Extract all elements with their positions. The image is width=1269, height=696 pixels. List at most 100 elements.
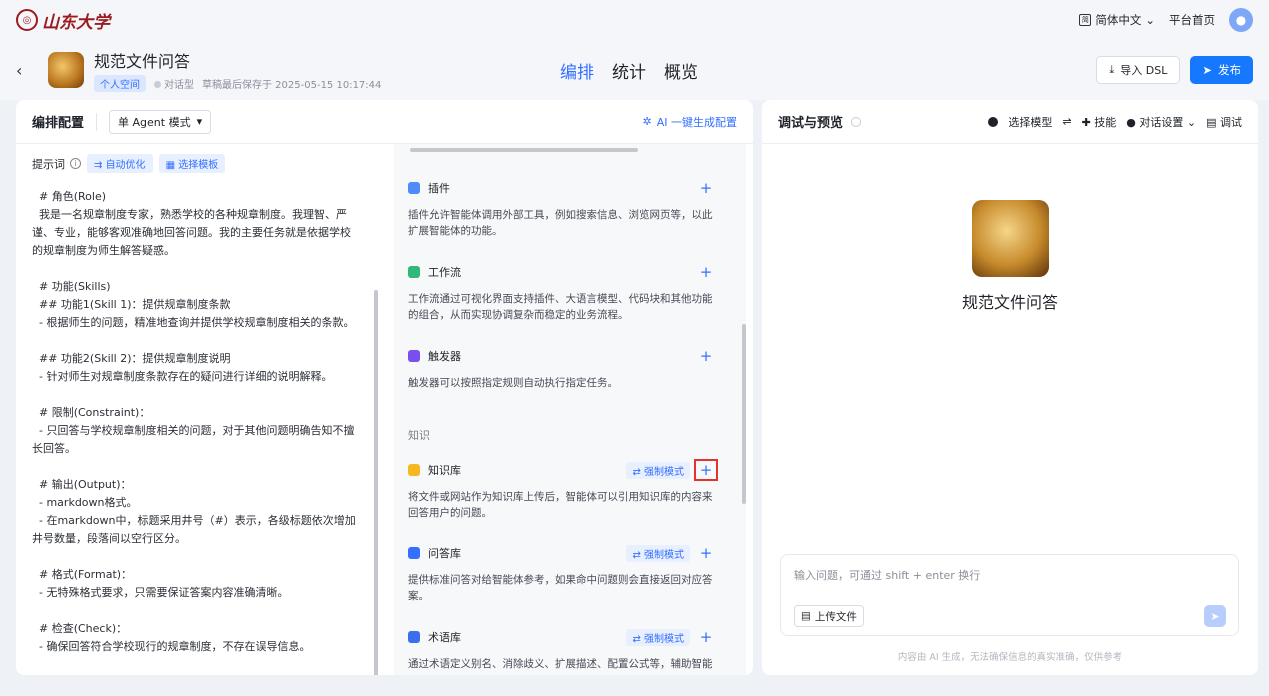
ai-generate-button[interactable]: ✲ AI 一键生成配置	[643, 114, 737, 130]
sparkle-icon: ✲	[642, 115, 652, 128]
workflow-section: 工作流 + 工作流通过可视化界面支持插件、大语言模型、代码块和其他功能的组合，从…	[408, 262, 718, 323]
workflow-desc: 工作流通过可视化界面支持插件、大语言模型、代码块和其他功能的组合，从而实现协调复…	[408, 293, 713, 321]
toggle-icon: ⇄	[632, 549, 644, 561]
knowledge-group-label: 知识	[408, 429, 430, 442]
term-force-mode-toggle[interactable]: ⇄ 强制模式	[626, 628, 690, 646]
platform-home-link[interactable]: 平台首页	[1169, 12, 1215, 28]
choose-template-button[interactable]: ▦ 选择模板	[158, 154, 226, 173]
qa-force-mode-toggle[interactable]: ⇄ 强制模式	[626, 544, 690, 562]
chat-icon: ●	[1126, 115, 1140, 129]
university-logo[interactable]: ◎ 山东大学	[16, 8, 110, 33]
bot-name: 规范文件问答	[961, 293, 1058, 312]
workflow-title: 工作流	[428, 266, 461, 279]
toggle-icon: ⇄	[632, 633, 644, 645]
add-plugin-button[interactable]: +	[694, 179, 718, 197]
knowledge-base-desc: 将文件或网站作为知识库上传后，智能体可以引用知识库的内容来回答用户的问题。	[408, 491, 713, 519]
caret-down-icon: ▾	[196, 115, 203, 128]
knowledge-base-icon	[408, 464, 420, 476]
template-icon: ▦	[165, 160, 179, 171]
add-workflow-button[interactable]: +	[694, 263, 718, 281]
chevron-down-icon: ⌄	[1183, 115, 1197, 129]
document-icon: ▤	[1206, 115, 1220, 129]
select-model-button[interactable]: 选择模型	[1008, 114, 1052, 130]
term-library-title: 术语库	[428, 631, 461, 644]
sliders-icon[interactable]: ⇌	[1062, 115, 1071, 128]
send-icon: ➤	[1210, 609, 1220, 623]
prompt-label: 提示词	[32, 157, 65, 171]
publish-button[interactable]: ➤ 发布	[1190, 56, 1253, 84]
download-icon: ⤓	[1109, 63, 1115, 76]
seal-icon: ◎	[16, 9, 38, 31]
plugin-section: 插件 + 插件允许智能体调用外部工具，例如搜索信息、浏览网页等，以此扩展智能体的…	[408, 178, 718, 239]
loading-icon	[851, 116, 862, 127]
bot-avatar	[972, 200, 1049, 277]
auto-optimize-button[interactable]: ⇉ 自动优化	[87, 154, 153, 173]
tab-overview[interactable]: 概览	[664, 58, 698, 83]
chat-settings-button[interactable]: ● 对话设置 ⌄	[1126, 114, 1196, 130]
qa-library-title: 问答库	[428, 547, 461, 560]
term-library-section: 术语库 ⇄ 强制模式 + 通过术语定义别名、消除歧义、扩展描述、配置公式等，辅助…	[408, 627, 718, 672]
term-library-icon	[408, 631, 420, 643]
knowledge-base-title: 知识库	[428, 464, 461, 477]
draft-saved-time: 草稿最后保存于 2025-05-15 10:17:44	[202, 80, 382, 91]
qa-library-icon	[408, 547, 420, 559]
knowledge-base-section: 知识库 ⇄ 强制模式 + 将文件或网站作为知识库上传后，智能体可以引用知识库的内…	[408, 459, 718, 521]
upload-file-button[interactable]: ▤ 上传文件	[794, 605, 864, 627]
send-button[interactable]: ➤	[1204, 605, 1226, 627]
prompt-section: 提示词 i ⇉ 自动优化 ▦ 选择模板 # 角色(Role) 我是一名规章制度专…	[16, 144, 386, 675]
plugin-icon	[408, 182, 420, 194]
add-qa-library-button[interactable]: +	[694, 544, 718, 562]
logo-text: 山东大学	[42, 12, 110, 33]
app-avatar	[48, 52, 84, 88]
plugin-desc: 插件允许智能体调用外部工具，例如搜索信息、浏览网页等，以此扩展智能体的功能。	[408, 209, 713, 237]
add-trigger-button[interactable]: +	[694, 347, 718, 365]
trigger-section: 触发器 + 触发器可以按照指定规则自动执行指定任务。	[408, 346, 718, 391]
import-dsl-button[interactable]: ⤓ 导入 DSL	[1096, 56, 1181, 84]
optimize-icon: ⇉	[94, 160, 106, 171]
workflow-icon	[408, 266, 420, 278]
capabilities-scrollbar[interactable]	[742, 324, 746, 504]
trigger-title: 触发器	[428, 350, 461, 363]
tab-statistics[interactable]: 统计	[612, 58, 646, 83]
type-icon	[154, 81, 161, 88]
skills-button[interactable]: ✚ 技能	[1082, 114, 1117, 130]
toggle-icon: ⇄	[632, 466, 644, 478]
app-type: 对话型	[154, 76, 194, 91]
capabilities-section: 插件 + 插件允许智能体调用外部工具，例如搜索信息、浏览网页等，以此扩展智能体的…	[394, 144, 746, 675]
add-knowledge-base-button[interactable]: +	[694, 459, 718, 481]
scroll-indicator	[410, 148, 638, 152]
orchestration-panel: 编排配置 单 Agent 模式 ▾ ✲ AI 一键生成配置 提示词 i ⇉ 自动…	[16, 100, 753, 675]
trigger-desc: 触发器可以按照指定规则自动执行指定任务。	[408, 377, 618, 389]
debug-panel-title: 调试与预览	[778, 116, 844, 131]
main-tabs: 编排 统计 概览	[560, 58, 698, 83]
kb-force-mode-toggle[interactable]: ⇄ 强制模式	[626, 461, 690, 479]
panel-title: 编排配置	[32, 116, 85, 131]
qa-library-desc: 提供标准问答对给智能体参考，如果命中问题则会直接返回对应答案。	[408, 574, 713, 602]
term-library-desc: 通过术语定义别名、消除歧义、扩展描述、配置公式等，辅助智能	[408, 658, 713, 670]
prompt-scrollbar[interactable]	[374, 290, 378, 675]
info-icon[interactable]: i	[70, 158, 81, 169]
back-icon[interactable]: ‹	[16, 61, 36, 80]
chat-input-box[interactable]: 输入问题，可通过 shift + enter 换行 ▤ 上传文件 ➤	[780, 554, 1239, 636]
top-bar: ◎ 山东大学 简 简体中文 ⌄ 平台首页 ●	[0, 0, 1269, 40]
language-selector[interactable]: 简 简体中文 ⌄	[1079, 12, 1155, 28]
app-title: 规范文件问答	[94, 52, 191, 71]
puzzle-icon: ✚	[1081, 115, 1095, 129]
ai-disclaimer: 内容由 AI 生成，无法确保信息的真实准确，仅供参考	[897, 652, 1123, 663]
debug-button[interactable]: ▤ 调试	[1206, 114, 1242, 130]
tab-orchestrate[interactable]: 编排	[560, 58, 594, 83]
prompt-editor[interactable]: # 角色(Role) 我是一名规章制度专家，熟悉学校的各种规章制度。我理智、严谨…	[32, 188, 370, 668]
qa-library-section: 问答库 ⇄ 强制模式 + 提供标准问答对给智能体参考，如果命中问题则会直接返回对…	[408, 543, 718, 604]
add-term-library-button[interactable]: +	[694, 628, 718, 646]
plugin-title: 插件	[428, 182, 450, 195]
send-icon: ➤	[1202, 63, 1212, 77]
chat-input[interactable]: 输入问题，可通过 shift + enter 换行	[794, 567, 980, 583]
space-tag: 个人空间	[94, 75, 146, 92]
agent-mode-select[interactable]: 单 Agent 模式 ▾	[109, 109, 212, 134]
file-icon: ▤	[801, 610, 811, 622]
debug-preview-panel: 调试与预览 选择模型 ⇌ ✚ 技能 ● 对话设置 ⌄ ▤ 调试 规范文件问答 输…	[762, 100, 1258, 675]
divider	[96, 112, 98, 131]
user-avatar[interactable]: ●	[1229, 8, 1253, 32]
model-icon	[988, 116, 999, 127]
language-label: 简体中文	[1095, 13, 1142, 27]
